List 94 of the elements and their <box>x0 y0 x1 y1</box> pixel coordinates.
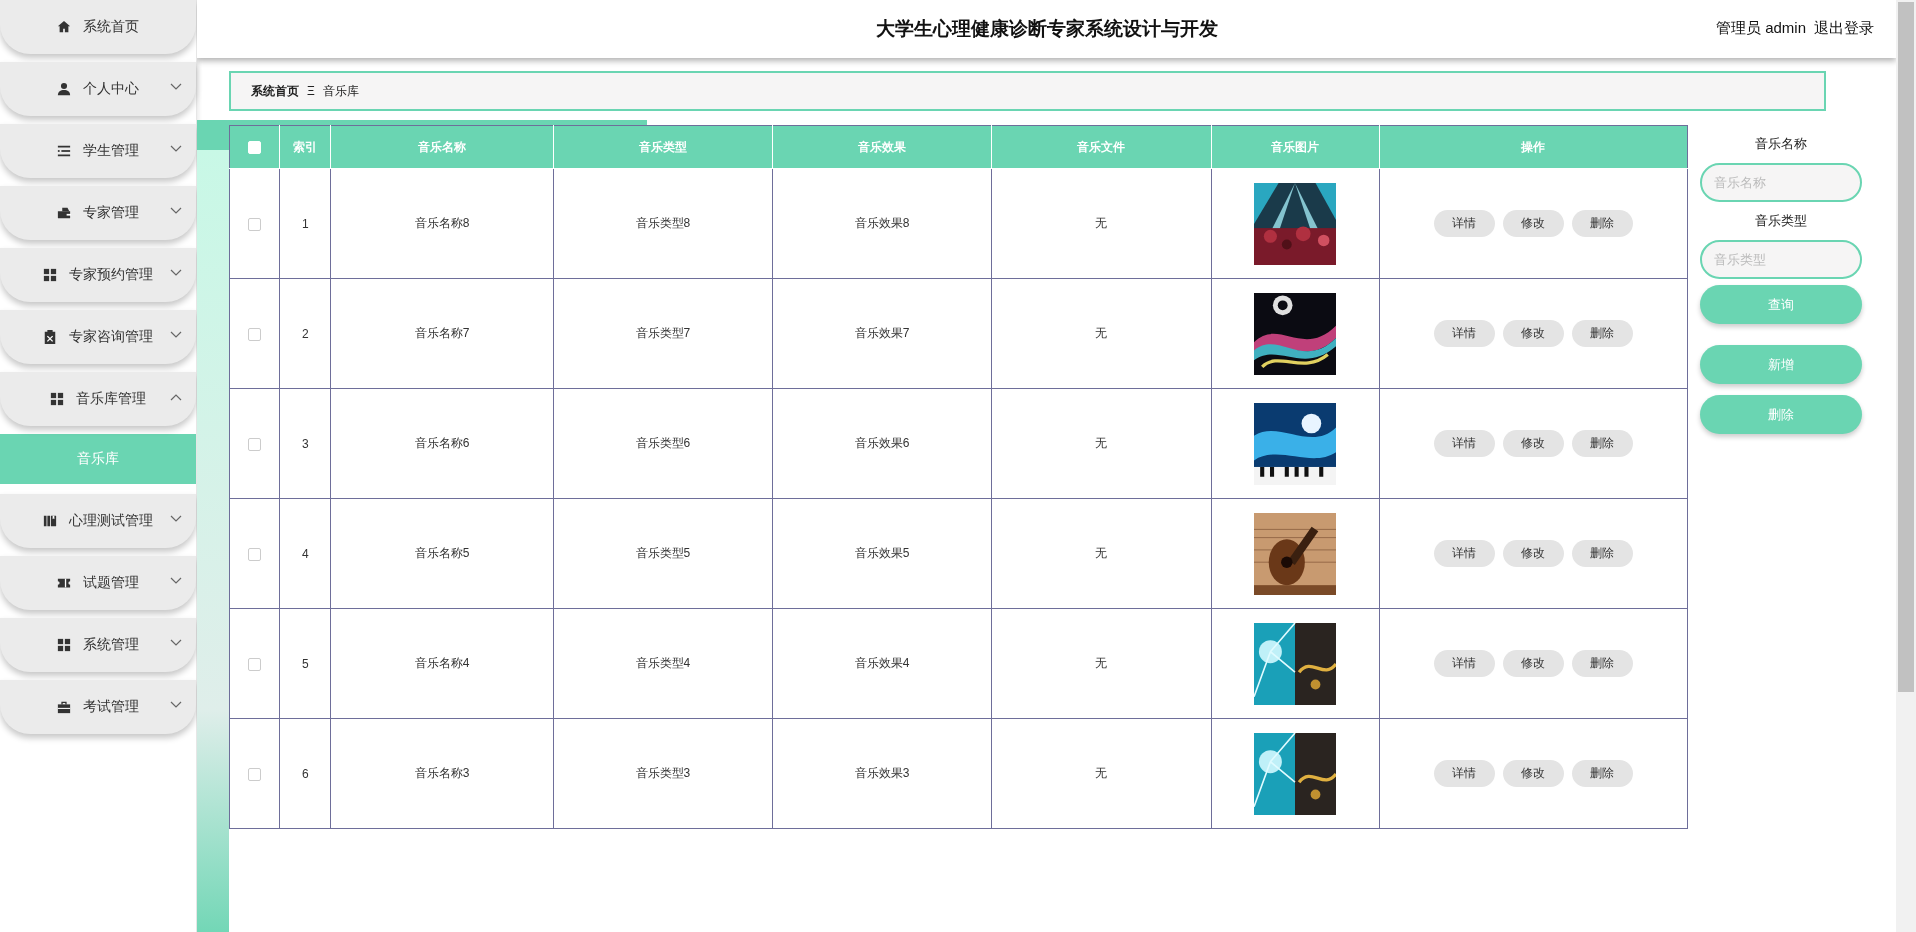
table-cell: 音乐类型7 <box>635 326 691 340</box>
table-cell: 音乐名称6 <box>414 436 470 450</box>
sidebar-item[interactable]: 专家管理 <box>0 186 196 240</box>
delete-button[interactable]: 删除 <box>1571 760 1633 787</box>
edit-button[interactable]: 修改 <box>1502 210 1564 237</box>
sidebar-item[interactable]: 考试管理 <box>0 680 196 734</box>
details-button[interactable]: 详情 <box>1433 540 1495 567</box>
home-icon <box>57 20 71 34</box>
row-checkbox[interactable] <box>248 217 262 231</box>
sidebar-item[interactable]: 学生管理 <box>0 124 196 178</box>
details-button[interactable]: 详情 <box>1433 430 1495 457</box>
breadcrumb-separator: Ξ <box>307 84 315 98</box>
table-cell: 音乐类型4 <box>635 656 691 670</box>
sidebar-item[interactable]: 专家预约管理 <box>0 248 196 302</box>
sidebar-item[interactable]: 个人中心 <box>0 62 196 116</box>
scrollbar[interactable] <box>1896 0 1916 932</box>
sidebar-item[interactable]: 心理测试管理 <box>0 494 196 548</box>
delete-button[interactable]: 删除 <box>1571 540 1633 567</box>
field-label: 音乐类型 <box>1754 212 1808 230</box>
app-title: 大学生心理健康诊断专家系统设计与开发 <box>875 17 1218 41</box>
grid-icon <box>43 268 57 282</box>
table-cell: 音乐效果3 <box>854 766 910 780</box>
grid-icon <box>50 392 64 406</box>
table-cell: 音乐效果4 <box>854 656 910 670</box>
table-cell: 无 <box>1095 216 1108 230</box>
column-header: 音乐类型 <box>638 139 687 154</box>
table-cell: 无 <box>1095 326 1108 340</box>
table-cell: 6 <box>301 766 309 781</box>
row-checkbox[interactable] <box>248 767 262 781</box>
delete-button[interactable]: 删除 <box>1571 650 1633 677</box>
table-cell: 音乐名称3 <box>414 766 470 780</box>
logout-link[interactable]: 退出登录 <box>1814 19 1874 38</box>
delete-button[interactable]: 删除 <box>1571 430 1633 457</box>
field-label: 音乐名称 <box>1754 135 1808 153</box>
edit-button[interactable]: 修改 <box>1502 650 1564 677</box>
column-header: 音乐名称 <box>418 139 467 154</box>
table-cell: 音乐名称8 <box>414 216 470 230</box>
table-cell: 音乐名称7 <box>414 326 470 340</box>
table-cell: 3 <box>301 436 309 451</box>
clipboard-icon <box>43 330 57 344</box>
briefcase-icon <box>57 700 71 714</box>
details-button[interactable]: 详情 <box>1433 650 1495 677</box>
table-cell: 无 <box>1095 546 1108 560</box>
row-checkbox[interactable] <box>248 547 262 561</box>
row-checkbox[interactable] <box>248 327 262 341</box>
table-cell: 音乐类型6 <box>635 436 691 450</box>
details-button[interactable]: 详情 <box>1433 210 1495 237</box>
row-checkbox[interactable] <box>248 437 262 451</box>
table-cell: 音乐效果6 <box>854 436 910 450</box>
table-cell: 音乐类型8 <box>635 216 691 230</box>
delete-button[interactable]: 删除 <box>1571 210 1633 237</box>
table-cell: 音乐效果7 <box>854 326 910 340</box>
table-cell: 2 <box>301 326 309 341</box>
user-label: 管理员 admin <box>1715 19 1806 38</box>
table-cell: 音乐名称5 <box>414 546 470 560</box>
table-cell: 无 <box>1095 656 1108 670</box>
sidebar-item[interactable]: 音乐库管理 <box>0 372 196 426</box>
books-icon <box>43 514 57 528</box>
column-header: 音乐图片 <box>1271 139 1319 154</box>
breadcrumb-home[interactable]: 系统首页 <box>251 82 299 100</box>
table-cell: 音乐类型5 <box>635 546 691 560</box>
table-cell: 无 <box>1095 436 1108 450</box>
edit-button[interactable]: 修改 <box>1502 760 1564 787</box>
scrollbar-thumb[interactable] <box>1898 2 1914 692</box>
sidebar-item[interactable]: 试题管理 <box>0 556 196 610</box>
details-button[interactable]: 详情 <box>1433 760 1495 787</box>
sidebar-item[interactable]: 系统管理 <box>0 618 196 672</box>
details-button[interactable]: 详情 <box>1433 320 1495 347</box>
grid-icon <box>57 638 71 652</box>
table-cell: 音乐效果8 <box>854 216 910 230</box>
row-checkbox[interactable] <box>248 657 262 671</box>
column-header: 音乐文件 <box>1077 139 1126 154</box>
breadcrumb-current: 音乐库 <box>322 82 359 100</box>
edit-button[interactable]: 修改 <box>1502 320 1564 347</box>
person-icon <box>57 82 71 96</box>
sidebar-item[interactable]: 系统首页 <box>0 0 196 54</box>
wallet-icon <box>57 206 71 220</box>
delete-button[interactable]: 删除 <box>1571 320 1633 347</box>
list-icon <box>57 144 71 158</box>
table-cell: 5 <box>301 656 309 671</box>
sidebar-item[interactable]: 专家咨询管理 <box>0 310 196 364</box>
table-cell: 音乐类型3 <box>635 766 691 780</box>
edit-button[interactable]: 修改 <box>1502 430 1564 457</box>
table-cell: 音乐效果5 <box>854 546 910 560</box>
ticket-icon <box>57 576 71 590</box>
table-cell: 音乐名称4 <box>414 656 470 670</box>
table-cell: 4 <box>301 546 309 561</box>
edit-button[interactable]: 修改 <box>1502 540 1564 567</box>
column-header: 索引 <box>293 139 318 154</box>
table-cell: 1 <box>301 216 309 231</box>
column-header: 操作 <box>1521 139 1546 154</box>
column-header: 音乐效果 <box>858 139 907 154</box>
select-all-checkbox[interactable] <box>248 141 262 155</box>
table-cell: 无 <box>1095 766 1108 780</box>
